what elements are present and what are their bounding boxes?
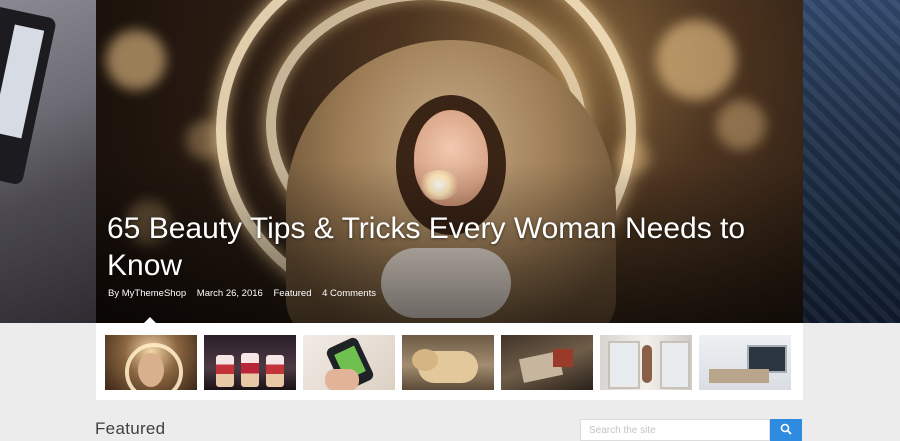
next-slide-preview[interactable] xyxy=(803,0,900,323)
active-slide-pointer xyxy=(143,317,157,324)
search-button[interactable] xyxy=(770,419,802,441)
thumbnail-4[interactable] xyxy=(402,335,494,390)
search-icon xyxy=(780,423,792,435)
laptop-image xyxy=(0,4,57,186)
thumbnail-6[interactable] xyxy=(600,335,692,390)
thumbnail-7[interactable] xyxy=(699,335,791,390)
thumbnail-1[interactable] xyxy=(105,335,197,390)
post-title[interactable]: 65 Beauty Tips & Tricks Every Woman Need… xyxy=(107,210,797,284)
knit-image xyxy=(803,0,900,323)
post-comments[interactable]: 4 Comments xyxy=(322,288,376,299)
section-heading-featured: Featured xyxy=(95,419,166,438)
post-category[interactable]: Featured xyxy=(273,288,311,299)
thumbnail-3[interactable] xyxy=(303,335,395,390)
hero-slide[interactable]: 65 Beauty Tips & Tricks Every Woman Need… xyxy=(96,0,803,323)
post-author[interactable]: By MyThemeShop xyxy=(108,288,186,299)
search-input[interactable]: Search the site xyxy=(580,419,770,441)
post-meta: By MyThemeShop March 26, 2016 Featured 4… xyxy=(108,288,384,299)
thumbnail-strip xyxy=(96,323,803,400)
previous-slide-preview[interactable] xyxy=(0,0,96,323)
thumbnail-5[interactable] xyxy=(501,335,593,390)
thumbnail-2[interactable] xyxy=(204,335,296,390)
post-date: March 26, 2016 xyxy=(196,288,263,299)
